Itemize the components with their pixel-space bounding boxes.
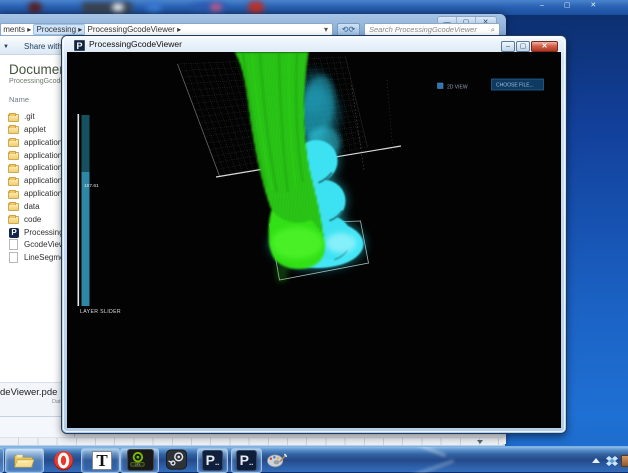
svg-text:2D VIEW: 2D VIEW (447, 85, 468, 91)
svg-text:GFX: GFX (135, 463, 141, 467)
svg-text:167.61: 167.61 (84, 183, 99, 189)
svg-text:CHOOSE FILE...: CHOOSE FILE... (496, 83, 534, 89)
svg-text:LAYER SLIDER: LAYER SLIDER (80, 309, 121, 315)
